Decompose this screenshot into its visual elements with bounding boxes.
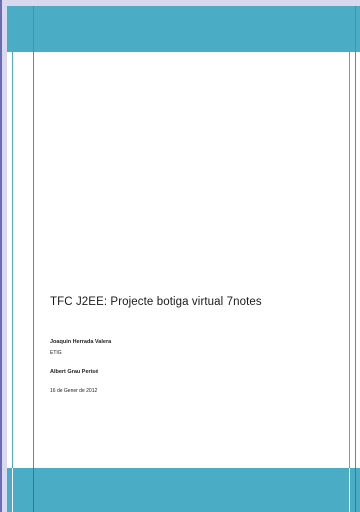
footer-divider xyxy=(355,468,356,512)
margin-line-left-outer xyxy=(12,6,13,512)
margin-line-right-inner xyxy=(349,6,350,512)
footer-divider xyxy=(12,468,13,512)
margin-line-left-inner xyxy=(33,6,34,512)
footer-band xyxy=(7,468,360,512)
document-viewport[interactable]: TFC J2EE: Projecte botiga virtual 7notes… xyxy=(0,0,360,512)
footer-divider xyxy=(349,468,350,512)
footer-divider xyxy=(33,468,34,512)
cover-page: TFC J2EE: Projecte botiga virtual 7notes… xyxy=(7,6,360,512)
document-title: TFC J2EE: Projecte botiga virtual 7notes xyxy=(50,296,262,308)
advisor-name: Albert Grau Perisé xyxy=(50,369,99,375)
document-date: 16 de Gener de 2012 xyxy=(50,388,98,394)
margin-line-right-outer xyxy=(355,6,356,512)
window-edge xyxy=(0,0,2,512)
program-name: ETIG xyxy=(50,350,62,356)
header-band xyxy=(7,6,360,52)
author-name: Joaquin Herrada Valera xyxy=(50,339,112,345)
